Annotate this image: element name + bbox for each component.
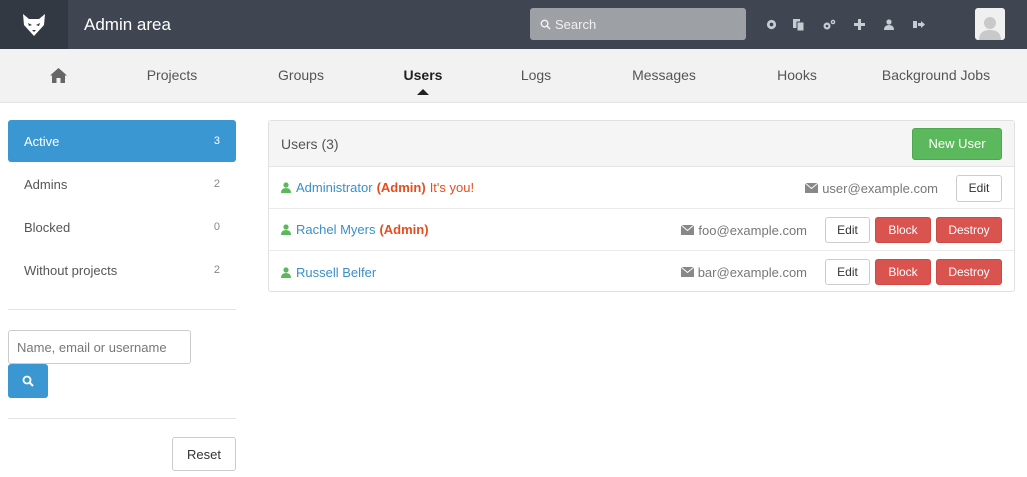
avatar[interactable]: [975, 8, 1005, 40]
filter-blocked[interactable]: Blocked 0: [8, 206, 236, 248]
nav-users[interactable]: Users: [388, 49, 458, 102]
user-email: user@example.com: [805, 181, 938, 196]
filter-without-projects[interactable]: Without projects 2: [8, 249, 236, 291]
filter-count: 0: [213, 221, 220, 233]
user-icon: [281, 224, 291, 235]
filter-label: Without projects: [24, 262, 118, 278]
user-filter-sidebar: Active 3 Admins 2 Blocked 0 Without proj…: [8, 120, 236, 292]
nav-users-label: Users: [403, 67, 443, 83]
filter-admins[interactable]: Admins 2: [8, 163, 236, 205]
filter-label: Active: [24, 133, 60, 149]
filter-label: Admins: [24, 176, 68, 192]
fox-logo-icon: [23, 13, 45, 36]
panel-title: Users (3): [281, 135, 339, 152]
avatar-user-icon: [979, 17, 1001, 40]
sign-out-icon[interactable]: [904, 0, 934, 49]
top-header: Admin area: [0, 0, 1027, 49]
edit-button[interactable]: Edit: [825, 259, 870, 285]
filter-active[interactable]: Active 3: [8, 120, 236, 162]
nav-groups[interactable]: Groups: [262, 49, 340, 102]
user-email-text: bar@example.com: [697, 264, 807, 280]
block-button[interactable]: Block: [875, 217, 931, 243]
plus-icon[interactable]: [844, 0, 874, 49]
destroy-button[interactable]: Destroy: [936, 259, 1002, 285]
user-name-link[interactable]: Administrator: [296, 180, 373, 195]
cogs-icon[interactable]: [814, 0, 844, 49]
home-icon: [49, 68, 67, 83]
user-email-text: foo@example.com: [698, 222, 807, 238]
filter-count: 2: [213, 264, 220, 276]
copy-icon[interactable]: [782, 0, 814, 49]
user-email: bar@example.com: [680, 264, 807, 280]
filter-count: 2: [213, 178, 220, 190]
nav-home[interactable]: [38, 49, 78, 102]
nav-projects[interactable]: Projects: [130, 49, 214, 102]
user-email-text: user@example.com: [822, 180, 938, 196]
admin-label: (Admin): [376, 180, 426, 195]
search-icon: [540, 19, 551, 30]
user-search-button[interactable]: [8, 364, 48, 398]
new-user-button[interactable]: New User: [912, 127, 1002, 160]
users-panel: Users (3) New User Administrator (Admin)…: [268, 120, 1015, 292]
sidebar-divider: [8, 309, 236, 310]
gitlab-logo[interactable]: [0, 0, 68, 49]
filter-count: 3: [213, 135, 220, 147]
reset-button[interactable]: Reset: [172, 437, 236, 471]
table-row: Rachel Myers (Admin) foo@example.com Edi…: [269, 209, 1014, 251]
search-icon: [22, 375, 34, 387]
user-icon: [281, 266, 291, 278]
destroy-button[interactable]: Destroy: [936, 217, 1002, 243]
table-row: Administrator (Admin) It's you! user@exa…: [269, 167, 1014, 209]
globe-icon[interactable]: [760, 0, 782, 49]
app-title: Admin area: [84, 14, 171, 34]
edit-button[interactable]: Edit: [956, 174, 1002, 202]
user-name-link[interactable]: Rachel Myers: [296, 222, 375, 237]
user-email: foo@example.com: [681, 223, 807, 238]
global-search[interactable]: [530, 8, 746, 40]
envelope-icon: [805, 183, 819, 193]
user-name-link[interactable]: Russell Belfer: [296, 265, 376, 280]
envelope-icon: [680, 267, 694, 277]
envelope-icon: [681, 225, 695, 235]
user-icon[interactable]: [874, 0, 904, 49]
global-search-input[interactable]: [555, 16, 735, 32]
user-search-input[interactable]: [8, 330, 191, 364]
admin-nav: Projects Groups Users Logs Messages Hook…: [0, 49, 1027, 103]
active-caret-icon: [417, 89, 429, 95]
current-user-note: It's you!: [429, 180, 475, 195]
sidebar-divider: [8, 418, 236, 419]
panel-header: Users (3) New User: [269, 121, 1014, 167]
user-icon: [281, 182, 291, 193]
nav-logs[interactable]: Logs: [504, 49, 568, 102]
table-row: Russell Belfer bar@example.com Edit Bloc…: [269, 251, 1014, 293]
admin-label: (Admin): [379, 222, 429, 237]
edit-button[interactable]: Edit: [825, 217, 870, 243]
nav-messages[interactable]: Messages: [616, 49, 712, 102]
nav-background-jobs[interactable]: Background Jobs: [868, 49, 1004, 102]
block-button[interactable]: Block: [875, 259, 931, 285]
filter-label: Blocked: [24, 219, 71, 235]
nav-hooks[interactable]: Hooks: [762, 49, 832, 102]
